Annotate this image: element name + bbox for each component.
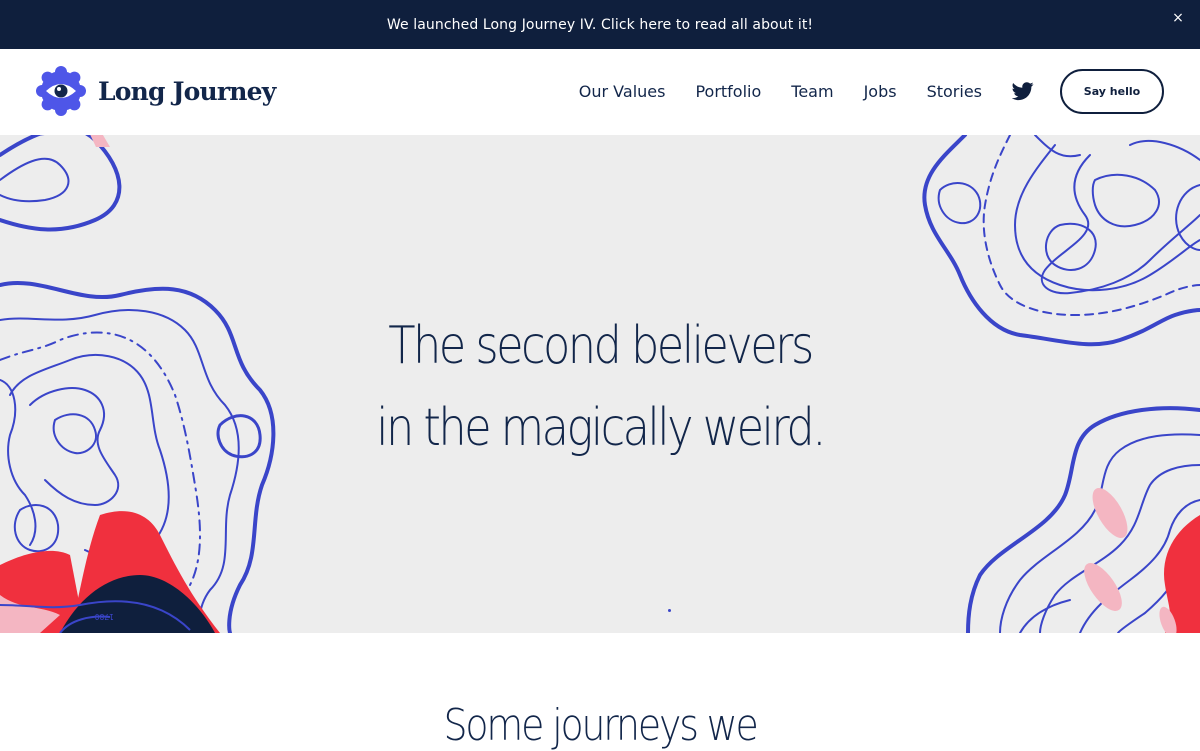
nav-portfolio[interactable]: Portfolio (695, 82, 761, 101)
nav-team[interactable]: Team (791, 82, 833, 101)
logo-text: Long Journey (98, 76, 276, 106)
hero-headline: The second believers in the magically we… (0, 305, 1200, 469)
section-title: Some journeys we (0, 700, 1200, 751)
map-tag: 1780 (95, 612, 114, 621)
nav-jobs[interactable]: Jobs (864, 82, 897, 101)
section-title-text: Some journeys we (443, 700, 758, 751)
close-icon[interactable]: × (1170, 10, 1186, 26)
logo-link[interactable]: Long Journey (36, 66, 276, 116)
announcement-link[interactable]: We launched Long Journey IV. Click here … (387, 17, 813, 33)
hero-line-1: The second believers (388, 316, 814, 376)
say-hello-button[interactable]: Say hello (1060, 68, 1164, 114)
announcement-bar: We launched Long Journey IV. Click here … (0, 0, 1200, 49)
hero-line-2: in the magically weird. (376, 398, 826, 458)
scroll-indicator (668, 609, 671, 612)
twitter-icon[interactable] (1012, 80, 1034, 102)
nav-stories[interactable]: Stories (927, 82, 982, 101)
nav-our-values[interactable]: Our Values (579, 82, 666, 101)
main-nav: Our Values Portfolio Team Jobs Stories S… (579, 68, 1164, 114)
hero-section: 1780 The second believers in the magical… (0, 135, 1200, 633)
eye-flower-icon (36, 66, 86, 116)
site-header: Long Journey Our Values Portfolio Team J… (0, 49, 1200, 135)
